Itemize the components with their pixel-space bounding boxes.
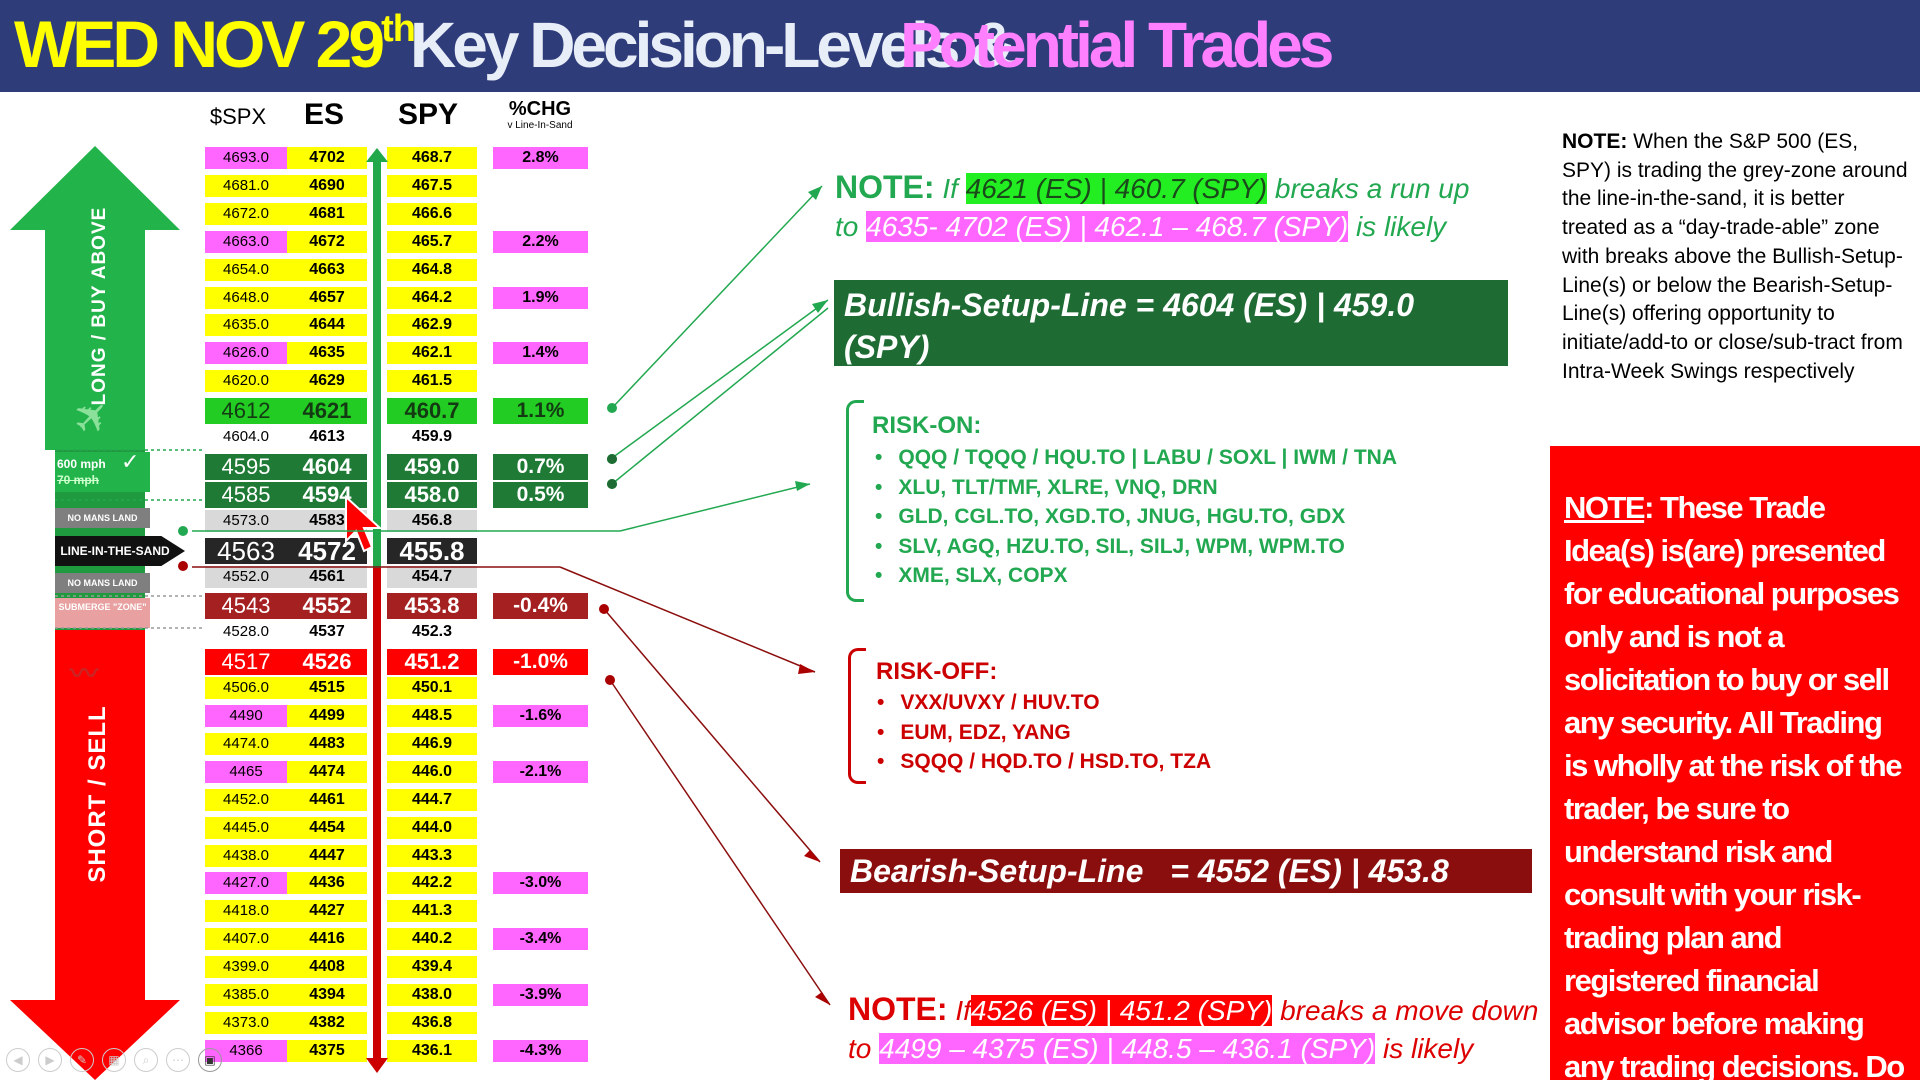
note-bearish-to: to — [848, 1033, 872, 1064]
slides-icon[interactable]: ▦ — [102, 1048, 126, 1072]
note-bullish-if: If — [942, 173, 958, 204]
slide-toolbar: ◀ ▶ ✎ ▦ ⌕ ⋯ ▣ — [6, 1048, 222, 1074]
disclaimer-text: : These Trade Idea(s) is(are) presented … — [1564, 490, 1905, 1080]
list-item: XME, SLX, COPX — [875, 561, 1397, 591]
pen-icon[interactable]: ✎ — [70, 1048, 94, 1072]
note-bearish-end: is likely — [1382, 1033, 1474, 1064]
list-item: SLV, AGQ, HZU.TO, SIL, SILJ, WPM, WPM.TO — [875, 532, 1397, 562]
risk-off-brace — [848, 648, 866, 784]
bearish-setup-label: Bearish-Setup-Line — [850, 853, 1144, 889]
list-item: SQQQ / HQD.TO / HSD.TO, TZA — [877, 747, 1211, 777]
disclaimer-box: NOTE: These Trade Idea(s) is(are) presen… — [1550, 446, 1920, 1080]
side-note-text: When the S&P 500 (ES, SPY) is trading th… — [1562, 130, 1908, 383]
bearish-setup-line: Bearish-Setup-Line = 4552 (ES) | 453.8 (… — [840, 849, 1532, 933]
note-bearish: NOTE: If4526 (ES) | 451.2 (SPY) breaks a… — [848, 990, 1548, 1068]
note-bullish: NOTE: If 4621 (ES) | 460.7 (SPY) breaks … — [835, 168, 1475, 246]
note-bullish-target: 4635- 4702 (ES) | 462.1 – 468.7 (SPY) — [866, 211, 1349, 242]
risk-on-list: QQQ / TQQQ / HQU.TO | LABU / SOXL | IWM … — [875, 443, 1397, 591]
note-bullish-to: to — [835, 211, 859, 242]
disclaimer-label: NOTE — [1564, 490, 1646, 525]
risk-off-title: RISK-OFF: — [876, 658, 998, 685]
note-bullish-label: NOTE: — [835, 169, 935, 205]
prev-slide-icon[interactable]: ◀ — [6, 1048, 30, 1072]
note-bullish-mid: breaks a run up — [1274, 173, 1470, 204]
camera-icon[interactable]: ▣ — [198, 1048, 222, 1072]
list-item: XLU, TLT/TMF, XLRE, VNQ, DRN — [875, 473, 1397, 503]
list-item: EUM, EDZ, YANG — [877, 718, 1211, 748]
risk-on-title: RISK-ON: — [872, 412, 982, 439]
list-item: QQQ / TQQQ / HQU.TO | LABU / SOXL | IWM … — [875, 443, 1397, 473]
zoom-icon[interactable]: ⌕ — [134, 1048, 158, 1072]
note-bullish-level: 4621 (ES) | 460.7 (SPY) — [965, 173, 1268, 204]
note-bearish-label: NOTE: — [848, 991, 948, 1027]
list-item: VXX/UVXY / HUV.TO — [877, 688, 1211, 718]
bullish-setup-line: Bullish-Setup-Line = 4604 (ES) | 459.0 (… — [834, 280, 1508, 449]
risk-off-list: VXX/UVXY / HUV.TO EUM, EDZ, YANG SQQQ / … — [877, 688, 1211, 777]
note-bearish-target: 4499 – 4375 (ES) | 448.5 – 436.1 (SPY) — [879, 1033, 1376, 1064]
more-options-icon[interactable]: ⋯ — [166, 1048, 190, 1072]
bullish-setup-line-1: Bullish-Setup-Line = 4604 (ES) | 459.0 (… — [844, 287, 1415, 365]
note-bearish-level: 4526 (ES) | 451.2 (SPY) — [970, 995, 1273, 1026]
side-note: NOTE: When the S&P 500 (ES, SPY) is trad… — [1562, 128, 1912, 386]
list-item: GLD, CGL.TO, XGD.TO, JNUG, HGU.TO, GDX — [875, 502, 1397, 532]
next-slide-icon[interactable]: ▶ — [38, 1048, 62, 1072]
note-bullish-end: is likely — [1355, 211, 1447, 242]
note-bearish-mid: breaks a move down — [1280, 995, 1539, 1026]
note-bearish-if: If — [955, 995, 971, 1026]
side-note-label: NOTE: — [1562, 130, 1628, 153]
